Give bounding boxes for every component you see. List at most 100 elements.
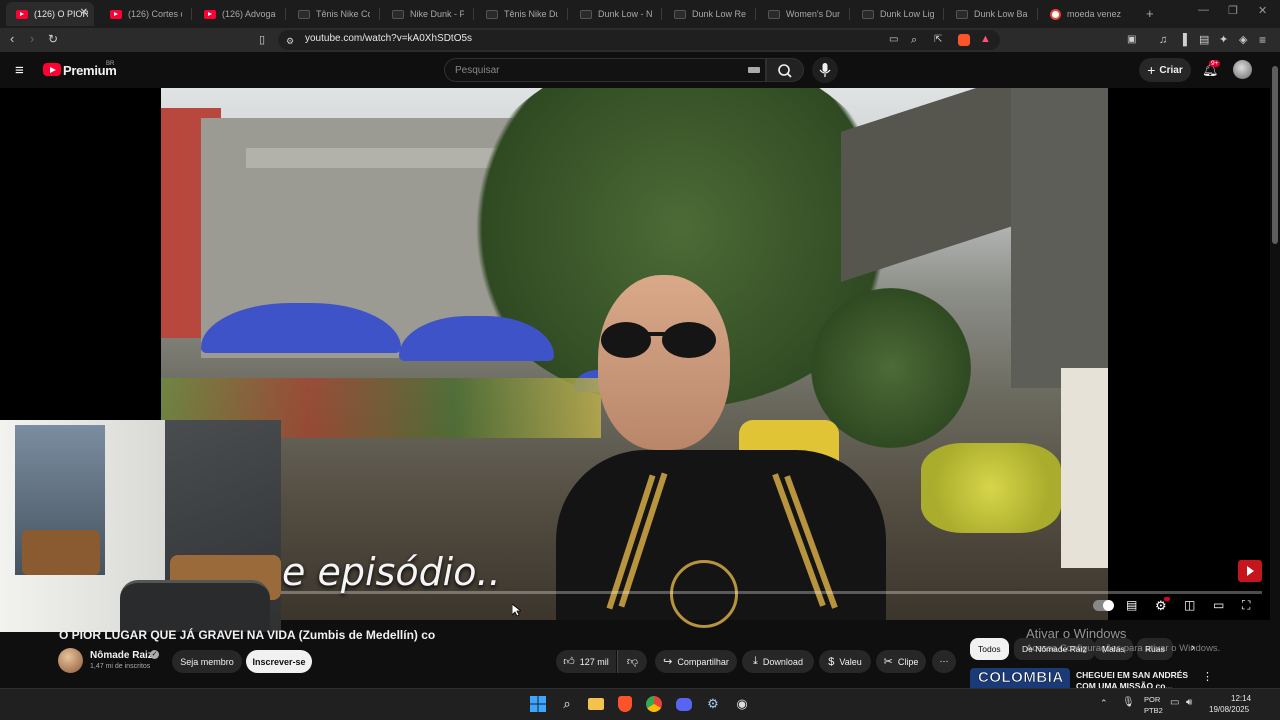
taskbar-search-icon[interactable]: ⌕: [557, 694, 577, 714]
browser-tab[interactable]: Dunk Low Light: [852, 2, 940, 26]
watermark-play-icon: [1247, 566, 1254, 576]
tab-separator: [755, 8, 756, 20]
clock-time[interactable]: 12:14: [1231, 694, 1251, 703]
browser-tab[interactable]: (126) O PIOR ✕: [6, 2, 94, 26]
close-tab-icon[interactable]: ✕: [80, 7, 88, 18]
input-language[interactable]: POR: [1144, 695, 1160, 704]
zoom-icon[interactable]: ⌕: [911, 32, 917, 48]
app-icon[interactable]: ◉: [732, 694, 752, 714]
subtitles-icon[interactable]: ▤: [1126, 598, 1137, 612]
autoplay-toggle[interactable]: [1093, 600, 1114, 611]
windows-logo-icon: [530, 696, 546, 712]
join-button[interactable]: Seja membro: [172, 650, 242, 673]
share-button[interactable]: ↪ Compartilhar: [655, 650, 737, 673]
brave-rewards-icon[interactable]: ▲: [980, 33, 991, 45]
brave-browser-icon[interactable]: [615, 694, 635, 714]
browser-tab[interactable]: Dunk Low Retro: [664, 2, 752, 26]
bed-reflection: [22, 530, 100, 575]
fullscreen-icon[interactable]: ⛶: [1242, 598, 1250, 613]
browser-tab[interactable]: Tênis Nike Dunk: [476, 2, 564, 26]
menu-icon[interactable]: ≡: [1259, 32, 1266, 48]
steam-icon[interactable]: ⚙: [703, 694, 723, 714]
dislike-button[interactable]: 👎︎: [617, 650, 647, 673]
split-view-icon[interactable]: ▣: [1127, 32, 1136, 48]
youtube-logo-icon[interactable]: [43, 63, 61, 76]
subscribe-label: Inscrever-se: [252, 656, 306, 667]
video-progress-bar[interactable]: [170, 591, 1262, 594]
folder-shape: [588, 698, 604, 710]
back-icon[interactable]: ‹: [10, 31, 14, 47]
scrollbar-thumb[interactable]: [1272, 66, 1278, 244]
chrome-shape: [646, 696, 662, 712]
input-layout[interactable]: PTB2: [1144, 706, 1163, 715]
download-button[interactable]: ⤓ Download: [742, 650, 814, 673]
chair-back: [120, 580, 270, 632]
bookmark-icon[interactable]: ▯: [259, 32, 265, 48]
shirt-stripe-right: [772, 473, 826, 607]
search-button[interactable]: [766, 58, 804, 82]
browser-tab[interactable]: Dunk Low Baroq: [946, 2, 1034, 26]
tray-mic-icon[interactable]: 🎙︎: [1122, 697, 1135, 708]
sidebar-icon[interactable]: ▐: [1179, 32, 1187, 48]
minimize-icon[interactable]: —: [1198, 4, 1209, 16]
create-button[interactable]: + Criar: [1139, 58, 1191, 82]
cast-icon[interactable]: ▭: [889, 32, 898, 48]
brave-shields-icon[interactable]: [958, 34, 970, 46]
subscribe-button[interactable]: Inscrever-se: [246, 650, 312, 673]
browser-tab[interactable]: moeda venezuela: [1040, 2, 1128, 26]
taskbar: [0, 688, 1280, 720]
tab-title: Nike Dunk - Prod: [410, 9, 464, 19]
search-placeholder: Pesquisar: [455, 65, 500, 76]
like-button[interactable]: 👍︎ 127 mil: [556, 650, 616, 673]
fruit-pile: [921, 443, 1061, 533]
discord-icon[interactable]: [674, 694, 694, 714]
recommended-title[interactable]: CHEGUEI EM SAN ANDRÉS COM UMA MISSÃO co.…: [1076, 670, 1200, 689]
file-explorer-icon[interactable]: [586, 694, 606, 714]
volume-icon[interactable]: 🔊︎: [1186, 697, 1192, 708]
tab-title: Dunk Low Light: [880, 9, 934, 19]
share-page-icon[interactable]: ⇱: [934, 32, 942, 48]
search-icon: [778, 64, 792, 78]
browser-tab[interactable]: Women's Dunk: [758, 2, 846, 26]
close-window-icon[interactable]: ✕: [1258, 4, 1267, 17]
forward-icon[interactable]: ›: [30, 31, 34, 47]
brave-shape: [618, 696, 632, 712]
chrome-icon[interactable]: [644, 694, 664, 714]
browser-tab[interactable]: (126) Cortes do E: [100, 2, 188, 26]
browser-tab[interactable]: Nike Dunk - Prod: [382, 2, 470, 26]
clip-label: Clipe: [897, 656, 919, 667]
start-icon[interactable]: [528, 694, 548, 714]
browser-tab[interactable]: Dunk Low - Nike: [570, 2, 658, 26]
keyboard-icon[interactable]: [748, 67, 760, 73]
channel-watermark-icon[interactable]: [1238, 560, 1262, 582]
vpn-icon[interactable]: ◈: [1239, 32, 1247, 48]
voice-search-button[interactable]: [812, 57, 838, 83]
url-text[interactable]: youtube.com/watch?v=kA0XhSDtO5s: [305, 33, 472, 44]
tab-title: Women's Dunk: [786, 9, 840, 19]
recommended-menu-icon[interactable]: ⋮: [1202, 670, 1213, 683]
restore-icon[interactable]: ❐: [1228, 4, 1238, 17]
reload-icon[interactable]: ↻: [48, 31, 58, 47]
guide-menu-icon[interactable]: ≡: [15, 62, 24, 79]
clip-button[interactable]: ✂ Clipe: [876, 650, 926, 673]
thanks-button[interactable]: $ Valeu: [819, 650, 871, 673]
wallet-icon[interactable]: ▤: [1199, 32, 1209, 48]
network-icon[interactable]: ▭: [1170, 697, 1179, 708]
site-info-icon[interactable]: ⚙: [286, 33, 294, 49]
tab-separator: [661, 8, 662, 20]
browser-tab[interactable]: (126) Advogado: [194, 2, 282, 26]
tray-overflow-icon[interactable]: ⌃: [1100, 698, 1108, 709]
media-icon[interactable]: ♫: [1159, 32, 1167, 48]
theater-mode-icon[interactable]: ▭: [1213, 598, 1224, 612]
leo-ai-icon[interactable]: ✦: [1219, 32, 1228, 48]
browser-tab[interactable]: Tênis Nike Court: [288, 2, 376, 26]
account-avatar[interactable]: [1233, 60, 1252, 79]
mouse-cursor-icon: [512, 604, 521, 617]
more-actions-button[interactable]: ⋯: [932, 650, 956, 673]
miniplayer-icon[interactable]: ◫: [1184, 598, 1195, 612]
channel-avatar[interactable]: [58, 648, 83, 673]
clock-date[interactable]: 19/08/2025: [1209, 705, 1249, 714]
new-tab-button[interactable]: +: [1146, 6, 1154, 21]
chip-todos[interactable]: Todos: [970, 638, 1009, 660]
channel-name[interactable]: Nômade Raiz: [90, 650, 153, 661]
